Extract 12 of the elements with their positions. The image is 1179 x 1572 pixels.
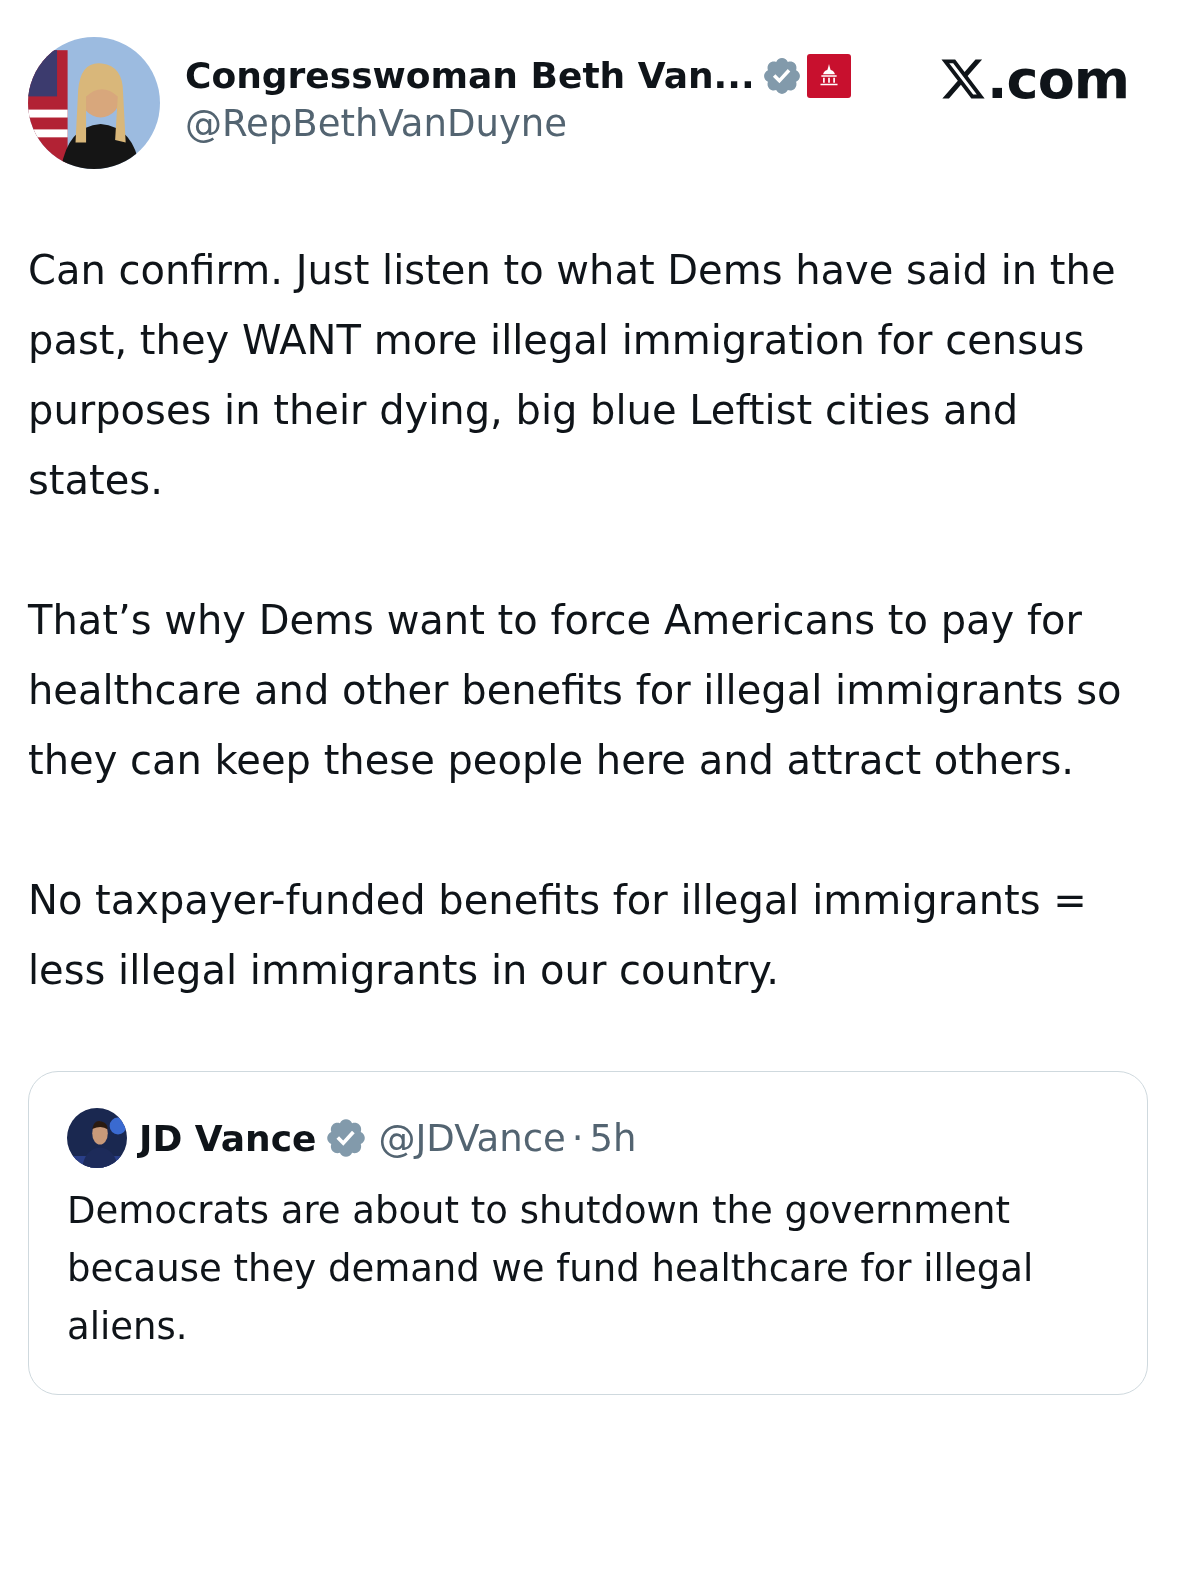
author-name: JD Vance: [139, 1117, 317, 1159]
site-label: .com: [987, 47, 1129, 111]
author-name: Congresswoman Beth Van...: [185, 55, 755, 96]
separator-dot: ·: [571, 1116, 584, 1160]
post-text: Can confirm. Just listen to what Dems have said in the past, they WANT more illegal immigration for census purposes in their dying, big blue Leftist cities and states.: [28, 246, 1117, 505]
quoted-post-text: Democrats are about to shutdown the government because they demand we fund healthcare for illegal aliens.: [67, 1188, 1035, 1350]
author-handle[interactable]: @JDVance: [378, 1116, 566, 1160]
post-time: 5h: [589, 1116, 637, 1160]
quoted-post-card[interactable]: JD Vance @JDVance · 5h Democrats are about to shutdown the government because they demand we fund healthcare for illegal aliens.: [28, 1071, 1148, 1395]
author-handle[interactable]: @RepBethVanDuyne: [185, 101, 940, 145]
post-text: No taxpayer-funded benefits for illegal immigrants = less illegal immigrants in our country.: [28, 876, 1088, 995]
post-text: That’s why Dems want to force Americans to pay for healthcare and other benefits for illegal immigrants so they can keep these people here and attract others.: [28, 596, 1123, 785]
